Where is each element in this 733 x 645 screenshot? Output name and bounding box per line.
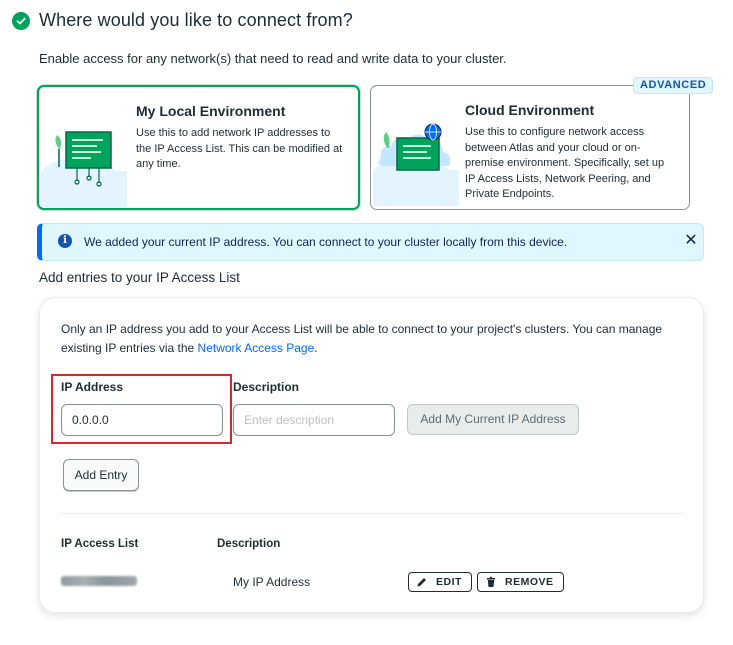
- description-input[interactable]: Enter description: [233, 404, 395, 436]
- edit-button[interactable]: EDIT: [408, 572, 472, 592]
- remove-button[interactable]: REMOVE: [477, 572, 564, 592]
- env-cloud-description: Use this to configure network access bet…: [465, 126, 665, 200]
- env-local-description: Use this to add network IP addresses to …: [136, 127, 343, 170]
- panel-description: Only an IP address you add to your Acces…: [61, 320, 691, 357]
- add-current-ip-button[interactable]: Add My Current IP Address: [407, 404, 579, 435]
- section-title: Add entries to your IP Access List: [39, 270, 240, 285]
- panel-description-text: Only an IP address you add to your Acces…: [61, 322, 663, 355]
- remove-label: REMOVE: [505, 576, 554, 588]
- close-icon[interactable]: ✕: [682, 232, 700, 250]
- check-circle-icon: [12, 11, 30, 30]
- table-header-ip: IP Access List: [61, 538, 139, 550]
- add-entry-button[interactable]: Add Entry: [63, 459, 139, 491]
- info-banner: i We added your current IP address. You …: [37, 223, 704, 261]
- env-cloud-title: Cloud Environment: [465, 102, 595, 118]
- banner-text: We added your current IP address. You ca…: [84, 235, 568, 249]
- advanced-badge: ADVANCED: [633, 77, 714, 94]
- cloud-environment-illustration: [373, 123, 459, 206]
- env-card-local[interactable]: My Local Environment Use this to add net…: [37, 85, 360, 210]
- divider: [61, 513, 683, 514]
- section-heading: Where would you like to connect from?: [12, 10, 353, 31]
- ip-access-panel: Only an IP address you add to your Acces…: [39, 297, 704, 613]
- row-description: My IP Address: [233, 575, 311, 589]
- panel-description-end: .: [314, 340, 318, 355]
- ip-address-highlight: [51, 374, 232, 444]
- info-icon: i: [58, 234, 72, 248]
- intro-text: Enable access for any network(s) that ne…: [39, 51, 507, 66]
- env-local-title: My Local Environment: [136, 103, 286, 119]
- page-title: Where would you like to connect from?: [39, 10, 353, 30]
- table-header-description: Description: [217, 538, 281, 550]
- pencil-icon: [417, 578, 426, 587]
- description-label: Description: [233, 380, 300, 394]
- env-card-cloud[interactable]: Cloud Environment Use this to configure …: [370, 85, 690, 210]
- trash-icon: [487, 576, 495, 587]
- local-environment-illustration: [41, 131, 127, 207]
- redacted-ip-address: [61, 576, 137, 586]
- network-access-link[interactable]: Network Access Page: [198, 341, 315, 355]
- edit-label: EDIT: [436, 576, 462, 588]
